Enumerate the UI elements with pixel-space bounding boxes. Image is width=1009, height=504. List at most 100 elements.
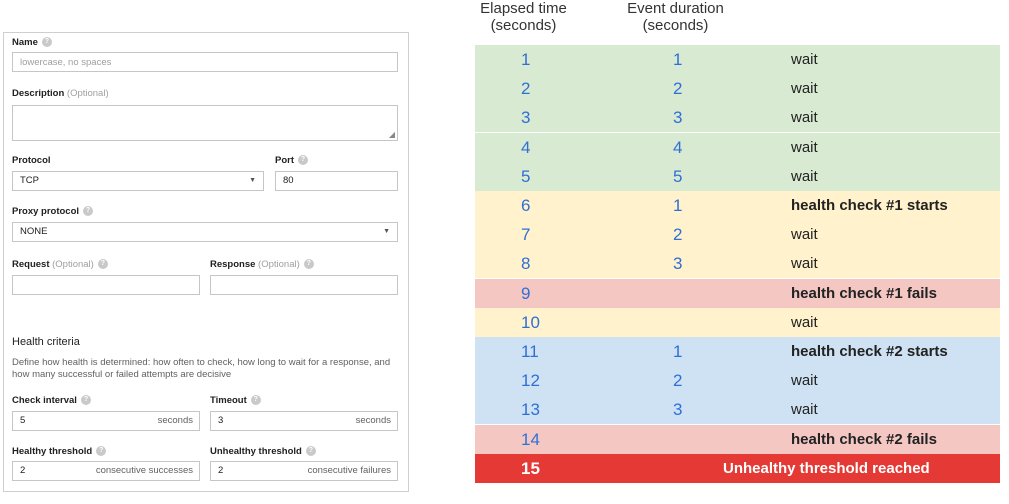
request-input[interactable]: [12, 275, 200, 295]
event-duration-cell: 3: [673, 254, 683, 274]
timeline-row: 11 1 health check #2 starts: [475, 337, 1000, 366]
timeline-row: 3 3 wait: [475, 103, 1000, 133]
timeline-row: 5 5 wait: [475, 161, 1000, 191]
event-duration-header: Event duration (seconds): [627, 0, 724, 34]
elapsed-time-cell: 9: [521, 283, 531, 303]
elapsed-time-cell: 1: [521, 50, 531, 69]
timeline-row: 14 health check #2 fails: [475, 424, 1000, 454]
elapsed-time-cell: 7: [521, 225, 531, 245]
event-duration-cell: 3: [673, 400, 683, 420]
event-cell: wait: [791, 401, 818, 419]
unhealthy-threshold-label: Unhealthy threshold?: [210, 446, 316, 457]
help-icon[interactable]: ?: [298, 155, 308, 166]
description-textarea[interactable]: ◢: [12, 105, 398, 141]
protocol-select[interactable]: TCP ▼: [12, 171, 264, 191]
resize-handle-icon[interactable]: ◢: [389, 131, 395, 139]
proxy-protocol-label: Proxy protocol?: [12, 206, 94, 217]
elapsed-time-cell: 15: [521, 458, 540, 478]
healthy-threshold-label: Healthy threshold?: [12, 446, 107, 457]
event-duration-cell: 5: [673, 166, 683, 186]
check-interval-value: 5: [20, 415, 26, 426]
name-label: Name?: [12, 37, 52, 48]
help-icon[interactable]: ?: [305, 446, 316, 457]
help-icon[interactable]: ?: [96, 446, 107, 457]
elapsed-time-cell: 5: [521, 166, 531, 186]
check-interval-input[interactable]: 5 seconds: [12, 411, 200, 431]
response-input[interactable]: [210, 275, 398, 295]
health-criteria-title: Health criteria: [12, 336, 80, 348]
check-interval-label: Check interval?: [12, 395, 91, 406]
timeout-label: Timeout?: [210, 395, 261, 406]
proxy-protocol-value: NONE: [20, 226, 48, 237]
event-duration-cell: 2: [673, 79, 683, 99]
elapsed-time-cell: 3: [521, 108, 531, 128]
elapsed-time-cell: 2: [521, 79, 531, 99]
event-cell: health check #2 starts: [791, 343, 948, 360]
proxy-protocol-select[interactable]: NONE ▼: [12, 222, 398, 242]
timeline-row: 1 1 wait: [475, 45, 1000, 74]
timeline-row: 13 3 wait: [475, 395, 1000, 425]
elapsed-time-cell: 10: [521, 312, 540, 332]
event-cell: wait: [791, 372, 818, 390]
healthy-threshold-input[interactable]: 2 consecutive successes: [12, 461, 200, 481]
protocol-value: TCP: [20, 175, 39, 186]
event-cell: health check #2 fails: [791, 430, 937, 448]
help-icon[interactable]: ?: [97, 259, 108, 270]
event-cell: wait: [791, 167, 818, 185]
name-input[interactable]: [20, 53, 397, 71]
timeline-row: 7 2 wait: [475, 220, 1000, 250]
healthy-threshold-value: 2: [20, 465, 26, 476]
help-icon[interactable]: ?: [83, 206, 94, 217]
seconds-unit: seconds: [355, 415, 391, 426]
timeline-row: 15 Unhealthy threshold reached: [475, 453, 1000, 483]
event-duration-cell: 1: [673, 196, 683, 215]
timeline-row: 2 2 wait: [475, 74, 1000, 104]
elapsed-time-cell: 8: [521, 254, 531, 274]
elapsed-time-cell: 13: [521, 400, 540, 420]
response-label: Response (Optional)?: [210, 259, 314, 270]
event-cell: Unhealthy threshold reached: [723, 459, 930, 477]
port-input[interactable]: 80: [275, 171, 398, 191]
timeline-row: 10 wait: [475, 307, 1000, 337]
seconds-unit: seconds: [157, 415, 193, 426]
protocol-label: Protocol: [12, 155, 51, 166]
event-duration-cell: 2: [673, 225, 683, 245]
unhealthy-unit: consecutive failures: [307, 465, 391, 476]
help-icon[interactable]: ?: [303, 259, 314, 270]
unhealthy-threshold-input[interactable]: 2 consecutive failures: [210, 461, 398, 481]
name-field[interactable]: [12, 52, 398, 72]
event-cell: health check #1 fails: [791, 284, 937, 302]
event-duration-cell: 3: [673, 108, 683, 128]
event-cell: wait: [791, 80, 818, 98]
timeline-row: 12 2 wait: [475, 366, 1000, 396]
timeout-input[interactable]: 3 seconds: [210, 411, 398, 431]
event-duration-cell: 2: [673, 371, 683, 391]
timeline-row: 4 4 wait: [475, 132, 1000, 162]
event-duration-cell: 1: [673, 342, 683, 361]
healthy-unit: consecutive successes: [95, 465, 193, 476]
help-icon[interactable]: ?: [41, 37, 52, 48]
dropdown-caret-icon: ▼: [249, 177, 256, 184]
unhealthy-threshold-value: 2: [218, 465, 224, 476]
event-cell: wait: [791, 313, 818, 331]
dropdown-caret-icon: ▼: [383, 228, 390, 235]
port-value: 80: [283, 175, 294, 186]
event-cell: wait: [791, 138, 818, 156]
help-icon[interactable]: ?: [80, 395, 91, 406]
event-duration-cell: 4: [673, 137, 683, 157]
event-cell: wait: [791, 226, 818, 244]
help-icon[interactable]: ?: [250, 395, 261, 406]
timeout-value: 3: [218, 415, 224, 426]
description-label: Description (Optional): [12, 88, 109, 99]
timeline-row: 6 1 health check #1 starts: [475, 191, 1000, 220]
request-label: Request (Optional)?: [12, 259, 108, 270]
event-cell: health check #1 starts: [791, 197, 948, 214]
health-criteria-description: Define how health is determined: how oft…: [12, 357, 391, 380]
health-check-form: Name? Description (Optional) ◢ Protocol …: [3, 32, 409, 492]
event-cell: wait: [791, 255, 818, 273]
elapsed-time-header: Elapsed time (seconds): [480, 0, 567, 34]
port-label: Port?: [275, 155, 308, 166]
elapsed-time-cell: 4: [521, 137, 531, 157]
elapsed-time-cell: 12: [521, 371, 540, 391]
timeline-row: 9 health check #1 fails: [475, 278, 1000, 308]
